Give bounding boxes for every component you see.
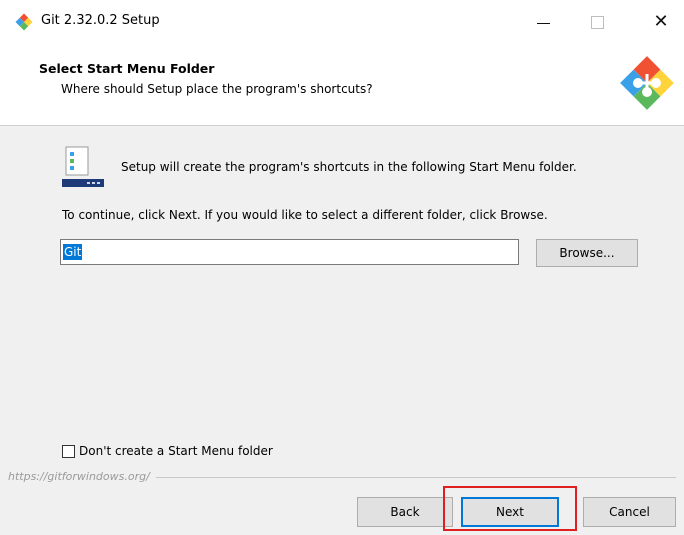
checkbox-label: Don't create a Start Menu folder <box>79 444 273 458</box>
minimize-button[interactable] <box>520 0 566 44</box>
browse-button[interactable]: Browse... <box>536 239 638 267</box>
back-button[interactable]: Back <box>357 497 453 527</box>
folder-input-value: Git <box>63 244 83 260</box>
instruction-text: To continue, click Next. If you would li… <box>62 208 548 222</box>
website-link[interactable]: https://gitforwindows.org/ <box>8 470 156 483</box>
start-menu-folder-icon <box>60 145 106 193</box>
next-button[interactable]: Next <box>461 497 559 527</box>
page-title: Select Start Menu Folder <box>39 61 215 76</box>
maximize-icon <box>590 15 604 29</box>
maximize-button[interactable] <box>574 0 620 44</box>
wizard-header: Select Start Menu Folder Where should Se… <box>0 44 684 126</box>
page-subtitle: Where should Setup place the program's s… <box>61 82 373 96</box>
git-logo-icon <box>14 12 34 32</box>
start-menu-folder-input[interactable]: Git <box>60 239 519 265</box>
cancel-button[interactable]: Cancel <box>583 497 676 527</box>
close-button[interactable]: ✕ <box>638 0 684 44</box>
setup-window: Git 2.32.0.2 Setup ✕ Select Start Menu F… <box>0 0 684 535</box>
title-bar[interactable]: Git 2.32.0.2 Setup ✕ <box>0 0 684 44</box>
no-start-menu-folder-checkbox[interactable] <box>62 444 75 458</box>
window-title: Git 2.32.0.2 Setup <box>41 13 160 28</box>
close-icon: ✕ <box>653 11 669 32</box>
no-start-menu-folder-option[interactable]: Don't create a Start Menu folder <box>62 444 273 458</box>
intro-text: Setup will create the program's shortcut… <box>121 160 577 174</box>
minimize-icon <box>536 22 550 24</box>
git-logo-icon <box>616 52 678 114</box>
